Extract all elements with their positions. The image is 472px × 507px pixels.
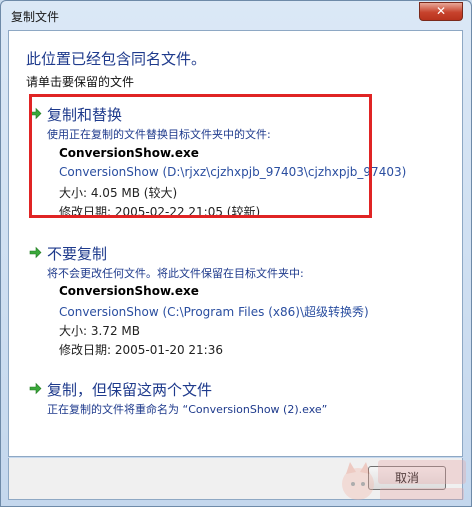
highlight-box <box>29 94 372 218</box>
dialog-subheading: 请单击要保留的文件 <box>26 75 135 89</box>
option-copy-keep-both[interactable]: 复制，但保留这两个文件 正在复制的文件将重命名为 “ConversionShow… <box>29 379 439 419</box>
file-path: ConversionShow (C:\Program Files (x86)\超… <box>59 305 369 319</box>
cancel-button[interactable]: 取消 <box>368 466 446 490</box>
option-do-not-copy[interactable]: 不要复制 将不会更改任何文件。将此文件保留在目标文件夹中: Conversion… <box>29 243 439 357</box>
option-description: 正在复制的文件将重命名为 “ConversionShow (2).exe” <box>47 403 328 416</box>
option-description: 将不会更改任何文件。将此文件保留在目标文件夹中: <box>47 267 304 280</box>
close-button[interactable]: ✕ <box>419 2 463 21</box>
dialog-heading: 此位置已经包含同名文件。 <box>26 50 207 68</box>
option-title: 复制，但保留这两个文件 <box>47 381 213 399</box>
file-date: 修改日期: 2005-01-20 21:36 <box>59 343 223 357</box>
option-title: 不要复制 <box>47 245 108 263</box>
title-bar[interactable]: 复制文件 ✕ <box>1 1 471 31</box>
window-title: 复制文件 <box>11 10 60 24</box>
file-size: 大小: 3.72 MB <box>59 324 140 338</box>
green-arrow-icon <box>29 246 42 259</box>
file-name: ConversionShow.exe <box>59 284 199 298</box>
green-arrow-icon <box>29 382 42 395</box>
